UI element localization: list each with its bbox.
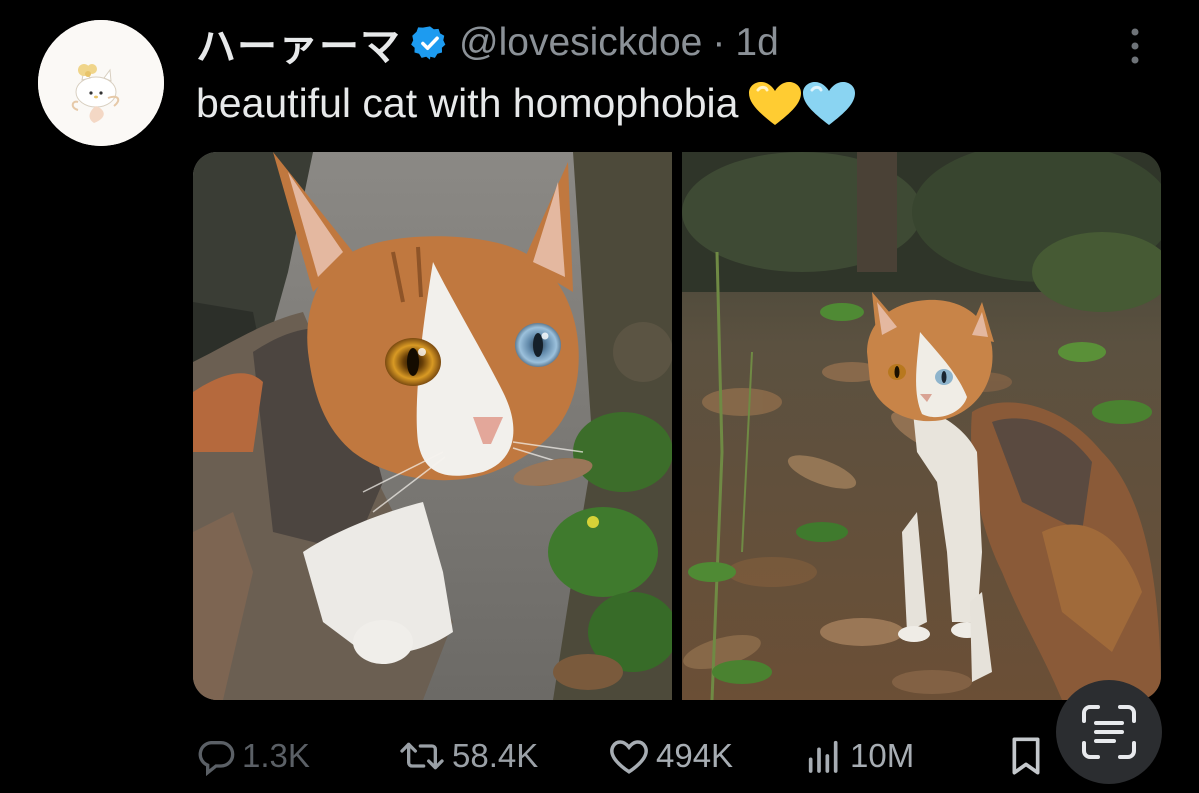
image-search-icon bbox=[1082, 705, 1136, 759]
cat-in-leaves-photo-icon bbox=[682, 152, 1161, 700]
like-count: 494K bbox=[656, 737, 734, 774]
views-button[interactable]: 10M bbox=[804, 736, 914, 776]
action-bar: 1.3K 58.4K 494K 10M bbox=[196, 726, 1156, 786]
retweet-icon bbox=[400, 742, 444, 770]
light-blue-heart-icon bbox=[803, 81, 856, 125]
bookmark-icon bbox=[1012, 737, 1040, 775]
views-icon bbox=[808, 740, 838, 773]
separator-dot: · bbox=[712, 21, 726, 64]
views-count: 10M bbox=[850, 737, 915, 774]
yellow-heart-icon bbox=[749, 81, 802, 125]
reply-icon bbox=[198, 741, 235, 776]
media-grid bbox=[193, 152, 1161, 700]
bookmark-button[interactable] bbox=[1008, 736, 1044, 776]
display-name[interactable]: ハーァーマ bbox=[196, 14, 401, 72]
more-options-icon[interactable] bbox=[1122, 24, 1148, 68]
tweet-header: ハーァーマ @lovesickdoe · 1d bbox=[196, 18, 779, 69]
image-search-button[interactable] bbox=[1056, 680, 1162, 784]
reply-button[interactable]: 1.3K bbox=[196, 736, 310, 776]
timestamp[interactable]: 1d bbox=[735, 21, 778, 65]
photo-right[interactable] bbox=[682, 152, 1161, 700]
tweet-text: beautiful cat with homophobia bbox=[196, 80, 856, 127]
like-button[interactable]: 494K bbox=[608, 736, 733, 776]
avatar[interactable] bbox=[38, 20, 164, 146]
retweet-count: 58.4K bbox=[452, 737, 539, 774]
tweet: ハーァーマ @lovesickdoe · 1d beautiful cat wi… bbox=[0, 0, 1199, 793]
retweet-button[interactable]: 58.4K bbox=[398, 736, 538, 776]
emoji-group bbox=[748, 81, 856, 127]
verified-badge-icon bbox=[411, 24, 449, 62]
photo-left[interactable] bbox=[193, 152, 672, 700]
cat-closeup-photo-icon bbox=[193, 152, 672, 700]
hello-kitty-avatar-icon bbox=[38, 20, 164, 146]
author-handle[interactable]: @lovesickdoe bbox=[459, 21, 702, 65]
reply-count: 1.3K bbox=[242, 737, 310, 774]
tweet-body: beautiful cat with homophobia bbox=[196, 80, 739, 126]
like-icon bbox=[610, 740, 648, 774]
